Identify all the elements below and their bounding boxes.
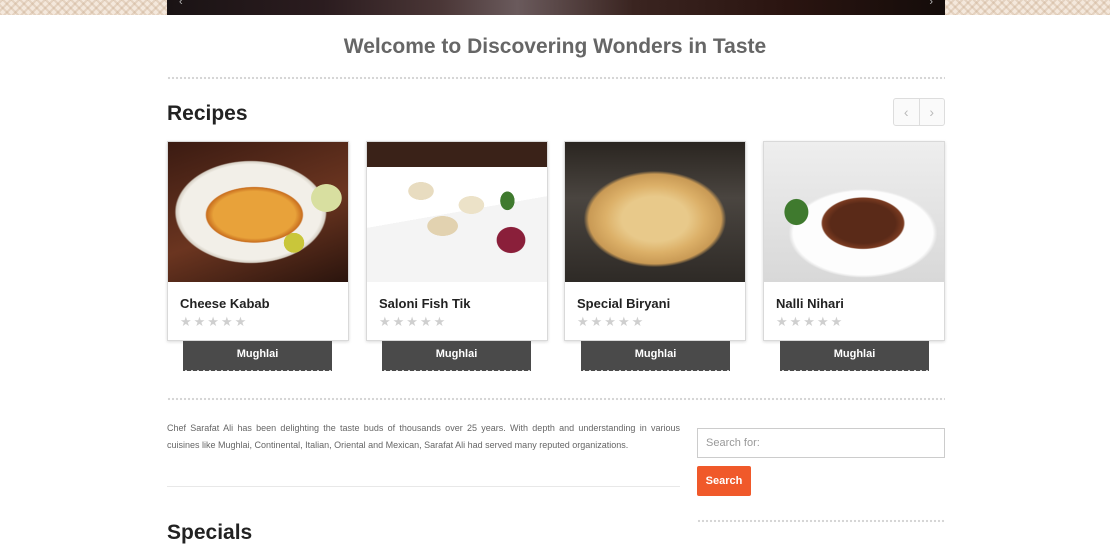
cuisine-ribbon[interactable]: Mughlai (382, 341, 531, 371)
search-button[interactable]: Search (697, 466, 751, 496)
dotted-divider (167, 76, 945, 80)
cuisine-ribbon[interactable]: Mughlai (581, 341, 730, 371)
prev-button[interactable]: ‹ (894, 99, 920, 125)
cuisine-ribbon[interactable]: Mughlai (183, 341, 332, 371)
dotted-divider (167, 397, 945, 401)
recipe-image[interactable] (764, 142, 944, 282)
slider-prev-icon[interactable]: ‹ (179, 0, 183, 8)
recipe-image[interactable] (168, 142, 348, 282)
recipe-card[interactable]: Nalli Nihari ★★★★★ (763, 141, 945, 341)
rating-stars[interactable]: ★★★★★ (577, 314, 645, 330)
recipes-title: Recipes (167, 102, 248, 125)
dotted-divider (697, 519, 945, 523)
recipe-card[interactable]: Saloni Fish Tik ★★★★★ (366, 141, 548, 341)
recipe-name[interactable]: Saloni Fish Tik (379, 296, 471, 311)
recipe-name[interactable]: Nalli Nihari (776, 296, 844, 311)
rating-stars[interactable]: ★★★★★ (379, 314, 447, 330)
recipe-card[interactable]: Special Biryani ★★★★★ (564, 141, 746, 341)
chef-about-text: Chef Sarafat Ali has been delighting the… (167, 423, 680, 450)
recipe-card[interactable]: Cheese Kabab ★★★★★ (167, 141, 349, 341)
next-button[interactable]: › (920, 99, 945, 125)
background-pattern-left (0, 0, 167, 15)
search-input[interactable] (697, 428, 945, 458)
welcome-heading: Welcome to Discovering Wonders in Taste (343, 35, 767, 58)
recipe-name[interactable]: Special Biryani (577, 296, 670, 311)
hero-slider-bottom[interactable]: ‹ › (167, 0, 945, 15)
slider-next-icon[interactable]: › (929, 0, 933, 8)
recipe-image[interactable] (565, 142, 745, 282)
rating-stars[interactable]: ★★★★★ (776, 314, 844, 330)
recipe-name[interactable]: Cheese Kabab (180, 296, 270, 311)
cuisine-ribbon[interactable]: Mughlai (780, 341, 929, 371)
divider-line (167, 486, 680, 487)
specials-title: Specials (167, 521, 253, 544)
rating-stars[interactable]: ★★★★★ (180, 314, 248, 330)
recipe-image[interactable] (367, 142, 547, 282)
recipes-pager: ‹ › (893, 98, 945, 126)
background-pattern-right (945, 0, 1110, 15)
